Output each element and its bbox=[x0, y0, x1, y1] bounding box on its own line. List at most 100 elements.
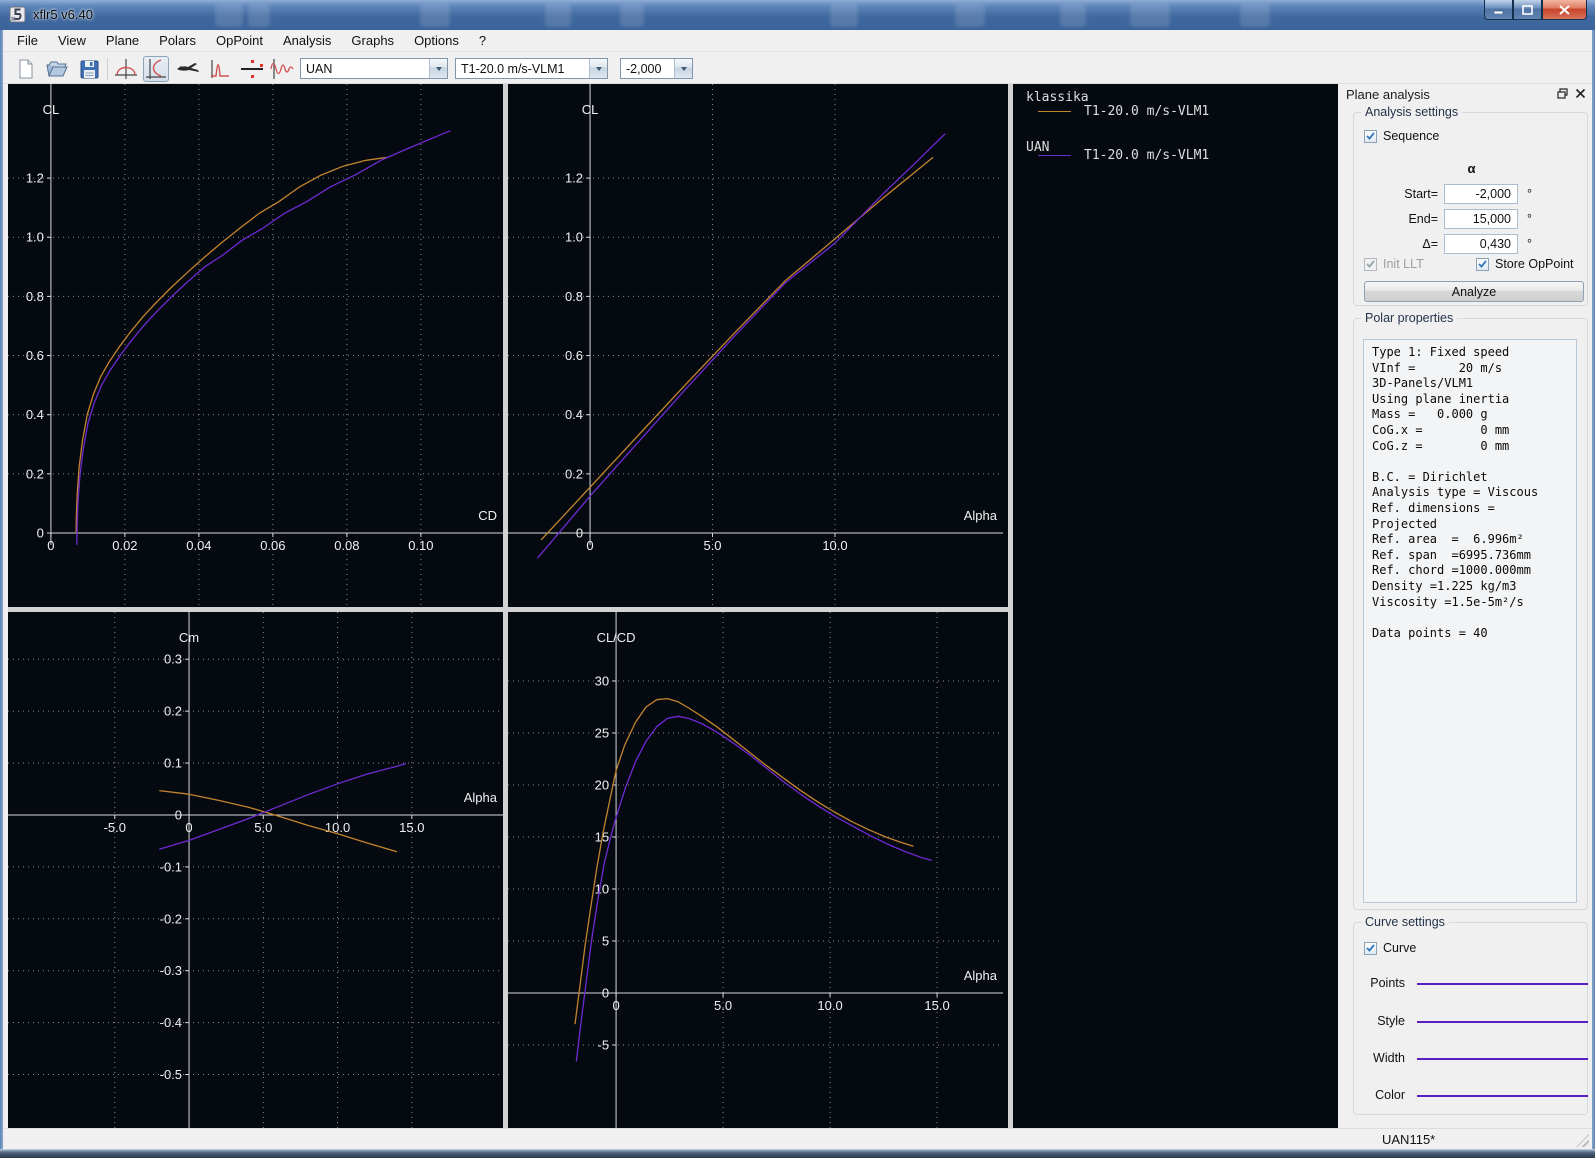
chart-cl-vs-alpha[interactable]: 0 5.0 10.0 0 0.2 0.4 0.6 0.8 1.0 1.2 CL Alpha bbox=[508, 84, 1003, 607]
points-style-picker[interactable] bbox=[1417, 983, 1588, 985]
window-title: xflr5 v6.40 bbox=[33, 7, 93, 22]
svg-text:0: 0 bbox=[576, 526, 583, 541]
titlebar: xflr5 v6.40 bbox=[0, 0, 1595, 31]
curve-settings-group: Curve settings Curve Points Style Width … bbox=[1353, 915, 1588, 1115]
foil-view-button[interactable] bbox=[113, 56, 139, 82]
checkbox-check-icon bbox=[1364, 941, 1377, 955]
titlebar-glass-reflection bbox=[420, 4, 450, 27]
svg-text:0.2: 0.2 bbox=[26, 466, 44, 481]
stability-view-icon bbox=[270, 59, 294, 79]
menu-polars[interactable]: Polars bbox=[149, 31, 206, 50]
statusbar: UAN115* bbox=[3, 1128, 1592, 1150]
polar-properties-title: Polar properties bbox=[1361, 311, 1458, 325]
polar-select[interactable]: T1-20.0 m/s-VLM1 bbox=[455, 58, 608, 79]
minimize-button[interactable] bbox=[1484, 0, 1513, 20]
new-file-button[interactable] bbox=[13, 56, 39, 82]
plane-view-button[interactable] bbox=[175, 56, 201, 82]
svg-text:25: 25 bbox=[595, 725, 609, 740]
svg-text:0.06: 0.06 bbox=[260, 538, 285, 553]
line-style-picker[interactable] bbox=[1417, 1021, 1588, 1023]
titlebar-glass-reflection bbox=[830, 4, 858, 27]
graph-splitter-vertical-2[interactable] bbox=[1008, 84, 1013, 1128]
svg-text:1.2: 1.2 bbox=[565, 171, 583, 186]
open-file-button[interactable] bbox=[44, 56, 70, 82]
close-dock-icon[interactable] bbox=[1575, 88, 1586, 99]
polar-select-value: T1-20.0 m/s-VLM1 bbox=[461, 62, 565, 76]
close-button[interactable] bbox=[1542, 0, 1587, 20]
oppoint-select[interactable]: -2,000 bbox=[620, 58, 693, 79]
width-label: Width bbox=[1373, 1051, 1405, 1065]
float-dock-icon[interactable] bbox=[1557, 88, 1568, 99]
svg-text:10.0: 10.0 bbox=[817, 998, 842, 1013]
resize-grip[interactable] bbox=[1576, 1134, 1589, 1147]
menu-analysis[interactable]: Analysis bbox=[273, 31, 341, 50]
curve-checkbox[interactable]: Curve bbox=[1364, 941, 1416, 955]
maximize-button[interactable] bbox=[1513, 0, 1542, 20]
cp-view-button[interactable] bbox=[207, 56, 233, 82]
menu-file[interactable]: File bbox=[7, 31, 48, 50]
polar-view-button[interactable] bbox=[143, 56, 169, 82]
svg-text:-5: -5 bbox=[598, 1037, 610, 1052]
svg-text:-5.0: -5.0 bbox=[104, 820, 126, 835]
init-llt-checkbox[interactable]: Init LLT bbox=[1364, 257, 1424, 271]
menu-help[interactable]: ? bbox=[469, 31, 496, 50]
sequence-checkbox[interactable]: Sequence bbox=[1364, 129, 1439, 143]
svg-text:Alpha: Alpha bbox=[964, 968, 998, 983]
end-field[interactable] bbox=[1444, 209, 1518, 229]
delta-field[interactable] bbox=[1444, 234, 1518, 254]
svg-text:Alpha: Alpha bbox=[464, 790, 498, 805]
svg-text:Alpha: Alpha bbox=[964, 508, 998, 523]
titlebar-glass-reflection bbox=[1240, 4, 1270, 27]
foil-view-icon bbox=[115, 59, 137, 79]
svg-text:0.08: 0.08 bbox=[334, 538, 359, 553]
chart-cm-vs-alpha[interactable]: -5.0 0 5.0 10.0 15.0 0.3 0.2 0.1 0 -0.1 -0.2 -0.3 -0… bbox=[8, 612, 503, 1128]
menu-oppoint[interactable]: OpPoint bbox=[206, 31, 273, 50]
app-icon[interactable] bbox=[9, 6, 26, 23]
svg-text:-0.2: -0.2 bbox=[160, 911, 182, 926]
client-area: 0 0.02 0.04 0.06 0.08 0.10 0 0.2 0.4 0.6 0.8 1.0 1.2… bbox=[3, 84, 1592, 1128]
alpha-column-label: α bbox=[1467, 161, 1476, 176]
oppoint-select-value: -2,000 bbox=[626, 62, 662, 76]
chart-clcd-vs-alpha[interactable]: 0 5.0 10.0 15.0-5051015202530CL/CDAlpha bbox=[508, 612, 1003, 1128]
plane-select[interactable]: UAN bbox=[300, 58, 448, 79]
menubar: File View Plane Polars OpPoint Analysis … bbox=[3, 30, 1592, 52]
oppoint-view-button[interactable] bbox=[239, 56, 265, 82]
dock-header[interactable]: Plane analysis bbox=[1339, 84, 1592, 104]
menu-view[interactable]: View bbox=[48, 31, 96, 50]
cp-view-icon bbox=[211, 60, 229, 78]
graph-splitter-horizontal[interactable] bbox=[8, 607, 1008, 612]
window-controls bbox=[1484, 0, 1587, 20]
graph-splitter-vertical-1[interactable] bbox=[503, 84, 508, 1128]
svg-text:0.2: 0.2 bbox=[565, 466, 583, 481]
menu-options[interactable]: Options bbox=[404, 31, 469, 50]
svg-text:0: 0 bbox=[612, 998, 619, 1013]
polar-properties-text: Type 1: Fixed speed VInf = 20 m/s 3D-Pan… bbox=[1372, 345, 1539, 640]
svg-text:CL/CD: CL/CD bbox=[597, 630, 636, 645]
svg-text:0.8: 0.8 bbox=[565, 289, 583, 304]
polar-view-icon bbox=[146, 59, 166, 79]
menu-graphs[interactable]: Graphs bbox=[341, 31, 404, 50]
svg-text:CD: CD bbox=[478, 508, 497, 523]
analyze-button[interactable]: Analyze bbox=[1364, 281, 1584, 302]
save-button[interactable] bbox=[76, 56, 102, 82]
line-width-picker[interactable] bbox=[1417, 1058, 1588, 1060]
stability-view-button[interactable] bbox=[269, 56, 295, 82]
store-oppoint-checkbox[interactable]: Store OpPoint bbox=[1476, 257, 1574, 271]
svg-text:0.4: 0.4 bbox=[26, 407, 44, 422]
titlebar-glass-reflection bbox=[620, 4, 644, 27]
polar-graphs-area[interactable]: 0 0.02 0.04 0.06 0.08 0.10 0 0.2 0.4 0.6 0.8 1.0 1.2… bbox=[8, 84, 1338, 1128]
delta-unit: ° bbox=[1527, 237, 1532, 251]
svg-text:1.0: 1.0 bbox=[26, 230, 44, 245]
svg-text:0.8: 0.8 bbox=[26, 289, 44, 304]
chart-cl-vs-cd[interactable]: 0 0.02 0.04 0.06 0.08 0.10 0 0.2 0.4 0.6 0.8 1.0 1.2… bbox=[8, 84, 503, 607]
chevron-down-icon bbox=[429, 59, 447, 78]
plane-select-value: UAN bbox=[306, 62, 333, 76]
start-field[interactable] bbox=[1444, 184, 1518, 204]
checkbox-check-icon bbox=[1476, 257, 1489, 271]
titlebar-glass-reflection bbox=[545, 4, 571, 27]
analysis-settings-group: Analysis settings Sequence α Start= ° En… bbox=[1353, 105, 1588, 306]
polar-properties-box[interactable]: Type 1: Fixed speed VInf = 20 m/s 3D-Pan… bbox=[1363, 339, 1577, 903]
line-color-picker[interactable] bbox=[1417, 1095, 1588, 1097]
menu-plane[interactable]: Plane bbox=[96, 31, 149, 50]
analysis-settings-title: Analysis settings bbox=[1361, 105, 1463, 119]
